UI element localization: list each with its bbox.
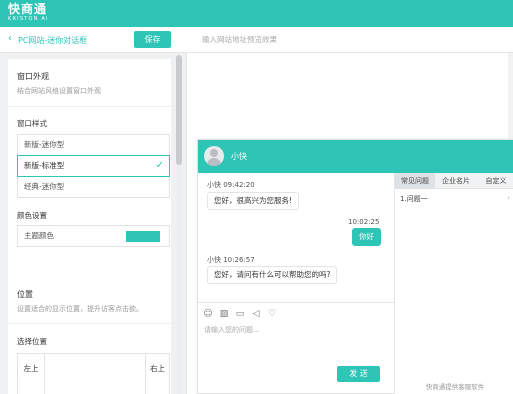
image-icon[interactable]: ▨ [219, 309, 229, 319]
position-top-left[interactable]: 左上 [18, 354, 45, 394]
send-button[interactable]: 发 送 [337, 366, 380, 382]
appearance-card: 窗口外观 结合网站风格设置窗口外观 窗口样式 新版-迷你型 新版-标准型 ✓ 经… [8, 59, 171, 295]
faq-item-label: 1.问题一 [400, 195, 428, 203]
position-top-right[interactable]: 右上 [145, 354, 169, 394]
user-message: 你好 [352, 228, 381, 246]
theme-color-swatch[interactable] [126, 231, 160, 242]
chat-header: 小快 [198, 140, 513, 173]
divider [8, 106, 171, 107]
option-label: 新版-标准型 [24, 161, 65, 170]
thumbs-up-icon[interactable]: ♡ [267, 309, 277, 319]
position-desc: 设置适合的显示位置，提升访客点击欲。 [17, 305, 143, 313]
brand-sub: KRISTON AI [8, 16, 49, 22]
message-meta: 10:02:25 [348, 218, 380, 226]
save-button[interactable]: 保存 [134, 31, 171, 48]
style-option-standard-new[interactable]: 新版-标准型 ✓ [17, 155, 170, 177]
divider [8, 323, 171, 324]
emoji-icon[interactable]: ☺ [203, 309, 213, 319]
appearance-desc: 结合网站风格设置窗口外观 [17, 87, 101, 95]
powered-by-footer: 快商通提供客服软件 [425, 383, 485, 391]
agent-name: 小快 [231, 152, 247, 161]
preview-area: 输入网站地址预览效果 小快 小快 09:42:20 您好，很高兴为您服务! 10… [188, 27, 513, 394]
tab-faq[interactable]: 常见问题 [395, 173, 435, 189]
brand-logo: 快商通 KRISTON AI [8, 3, 49, 23]
agent-message: 您好，请问有什么可以帮助您的吗? [207, 266, 338, 284]
chat-input-area: ☺ ▨ ▭ ◁ ♡ 请输入您的问题... 发 送 [198, 302, 394, 394]
check-icon: ✓ [155, 160, 164, 171]
chevron-right-icon: › [507, 194, 510, 202]
preview-url-input[interactable]: 输入网站地址预览效果 [188, 27, 513, 53]
side-tabs: 常见问题 企业名片 自定义 [395, 173, 513, 189]
voice-icon[interactable]: ◁ [251, 309, 261, 319]
tab-custom[interactable]: 自定义 [477, 173, 513, 189]
agent-message: 您好，很高兴为您服务! [207, 192, 300, 210]
faq-item[interactable]: 1.问题一 › [400, 194, 510, 204]
position-picker: 左上 右上 [17, 353, 170, 394]
theme-color-label: 主题颜色 [24, 231, 54, 240]
brand-name: 快商通 [8, 2, 48, 16]
settings-scrollbar-thumb[interactable] [176, 55, 182, 165]
chat-window: 小快 小快 09:42:20 您好，很高兴为您服务! 10:02:25 你好 小… [197, 139, 513, 394]
option-label: 新版-迷你型 [24, 140, 65, 149]
avatar-body [207, 158, 221, 166]
avatar [204, 146, 224, 166]
file-icon[interactable]: ▭ [235, 309, 245, 319]
chat-message-input[interactable]: 请输入您的问题... [204, 325, 260, 335]
option-label: 经典-迷你型 [24, 182, 65, 191]
page-title[interactable]: PC网站-迷你对话框 [18, 35, 87, 46]
theme-color-row[interactable]: 主题颜色 [17, 225, 170, 247]
tab-business-card[interactable]: 企业名片 [435, 173, 477, 189]
message-meta: 小快 09:42:20 [207, 181, 255, 189]
style-option-mini-new[interactable]: 新版-迷你型 [17, 134, 170, 156]
message-meta: 小快 10:26:57 [207, 256, 255, 264]
chevron-left-icon[interactable]: ‹ [8, 34, 12, 44]
chat-side-panel: 常见问题 企业名片 自定义 1.问题一 › 快商通提供客服软件 [394, 173, 513, 394]
style-option-mini-classic[interactable]: 经典-迷你型 [17, 176, 170, 198]
avatar-head [210, 149, 218, 157]
appearance-title: 窗口外观 [17, 72, 49, 81]
color-settings-label: 颜色设置 [17, 211, 47, 220]
select-position-label: 选择位置 [17, 337, 47, 346]
settings-panel: ‹ PC网站-迷你对话框 保存 窗口外观 结合网站风格设置窗口外观 窗口样式 新… [0, 27, 187, 394]
top-bar: 快商通 KRISTON AI [0, 0, 513, 27]
position-card: 位置 设置适合的显示位置，提升访客点击欲。 选择位置 左上 右上 [8, 278, 171, 394]
window-style-label: 窗口样式 [17, 119, 47, 128]
settings-header: ‹ PC网站-迷你对话框 保存 [0, 27, 187, 53]
position-title: 位置 [17, 290, 33, 299]
